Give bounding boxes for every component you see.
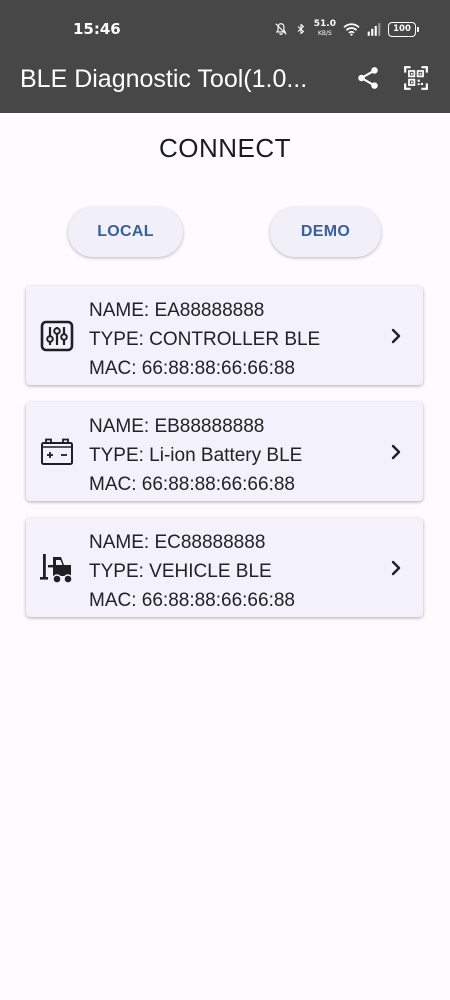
status-time: 15:46 xyxy=(73,20,121,38)
device-info: NAME: EA88888888 TYPE: CONTROLLER BLE MA… xyxy=(89,296,320,383)
battery-icon xyxy=(41,438,73,465)
share-icon[interactable] xyxy=(355,65,381,91)
forklift-icon xyxy=(40,554,73,584)
device-name: NAME: EB88888888 xyxy=(89,416,265,437)
device-mac: MAC: 66:88:88:66:66:88 xyxy=(89,358,295,379)
page-heading: CONNECT xyxy=(158,133,292,163)
app-title: BLE Diagnostic Tool(1.0... xyxy=(20,65,308,93)
network-speed-value: 51.0 xyxy=(313,19,336,29)
device-mac: MAC: 66:88:88:66:66:88 xyxy=(89,590,295,611)
status-bar: 15:46 51.0 KB/S 100 xyxy=(0,0,450,56)
app-bar: BLE Diagnostic Tool(1.0... xyxy=(0,56,450,113)
network-speed-unit: KB/S xyxy=(317,30,332,37)
device-info: NAME: EC88888888 TYPE: VEHICLE BLE MAC: … xyxy=(89,528,295,615)
bluetooth-icon xyxy=(297,23,304,35)
battery-level: 100 xyxy=(393,24,411,34)
controller-sliders-icon xyxy=(40,320,74,352)
device-type: TYPE: CONTROLLER BLE xyxy=(89,329,321,350)
demo-button[interactable]: DEMO xyxy=(270,207,381,257)
cell-signal-icon xyxy=(367,22,381,36)
chevron-right-icon xyxy=(391,444,401,460)
device-name: NAME: EA88888888 xyxy=(89,300,265,321)
local-button[interactable]: LOCAL xyxy=(68,207,183,257)
status-icons: 51.0 KB/S 100 xyxy=(274,18,419,40)
mute-bell-icon xyxy=(275,23,287,35)
device-name: NAME: EC88888888 xyxy=(89,532,266,553)
device-card-battery[interactable]: NAME: EB88888888 TYPE: Li-ion Battery BL… xyxy=(26,402,423,501)
chevron-right-icon xyxy=(391,560,401,576)
device-type: TYPE: VEHICLE BLE xyxy=(89,561,272,582)
device-card-controller[interactable]: NAME: EA88888888 TYPE: CONTROLLER BLE MA… xyxy=(26,286,423,385)
device-card-vehicle[interactable]: NAME: EC88888888 TYPE: VEHICLE BLE MAC: … xyxy=(26,518,423,617)
device-mac: MAC: 66:88:88:66:66:88 xyxy=(89,474,295,495)
qr-code-icon[interactable] xyxy=(403,65,429,91)
network-speed: 51.0 KB/S xyxy=(314,20,336,38)
chevron-right-icon xyxy=(391,328,401,344)
battery-indicator: 100 xyxy=(388,21,419,37)
device-info: NAME: EB88888888 TYPE: Li-ion Battery BL… xyxy=(89,412,302,499)
wifi-icon xyxy=(343,23,360,36)
device-type: TYPE: Li-ion Battery BLE xyxy=(89,445,303,466)
